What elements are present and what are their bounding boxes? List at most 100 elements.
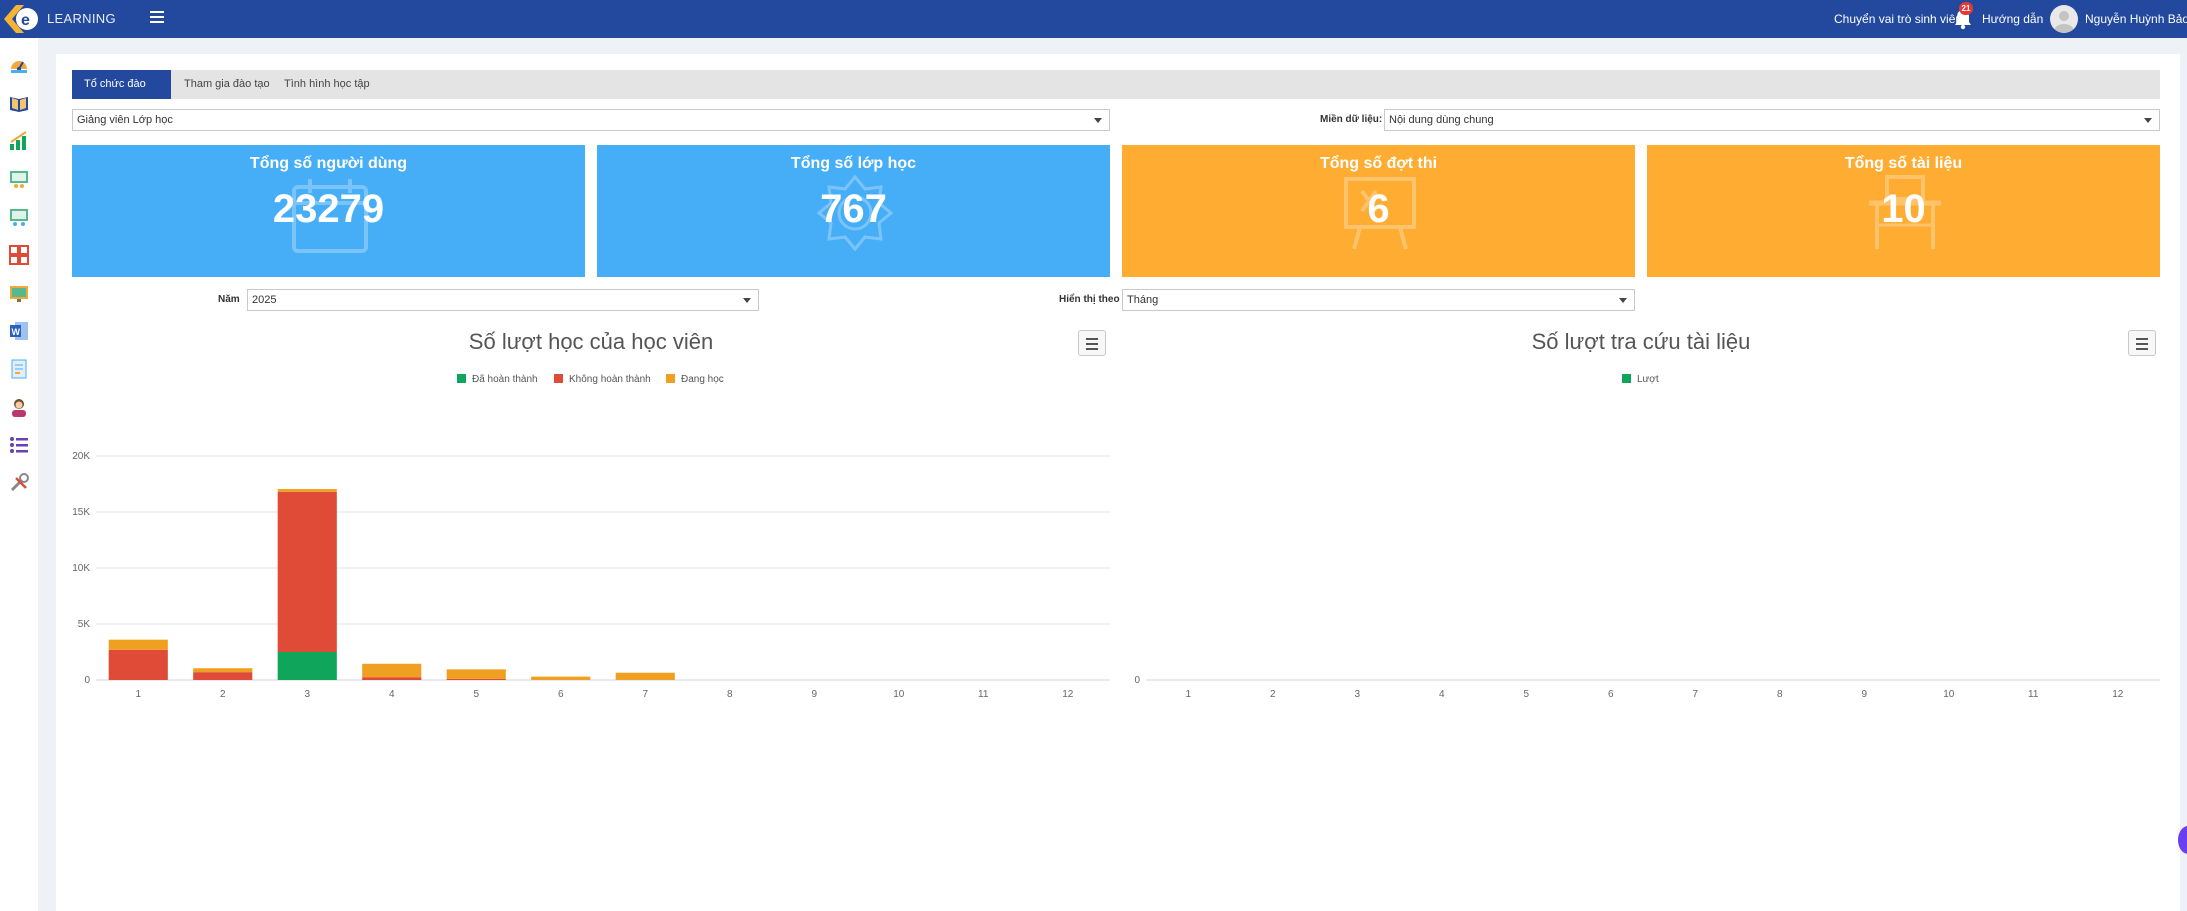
x-tick-label: 7 (642, 689, 648, 700)
stat-classes-title: Tổng số lớp học (790, 155, 917, 172)
x-tick-label: 10 (893, 689, 905, 700)
bar (277, 652, 337, 680)
bar (108, 649, 168, 680)
y-tick-label: 0 (1134, 675, 1140, 686)
classroom-icon[interactable] (8, 168, 30, 190)
tab-training-participation[interactable]: Tham gia đào tạo (172, 70, 282, 99)
x-tick-label: 2 (1270, 689, 1276, 700)
x-tick-label: 11 (978, 689, 989, 700)
bar (362, 677, 422, 680)
legend-swatch (554, 374, 563, 383)
display-by-label: Hiển thị theo (1059, 294, 1120, 305)
top-navbar: e LEARNING Chuyển vai trò sinh viên 21 H… (0, 0, 2187, 38)
domain-label: Miền dữ liệu: (1320, 114, 1383, 125)
grid-apps-icon[interactable] (8, 244, 30, 266)
x-tick-label: 4 (389, 689, 395, 700)
teacher-icon[interactable] (8, 396, 30, 418)
x-tick-label: 12 (1062, 689, 1074, 700)
tools-icon[interactable] (8, 472, 30, 494)
bar (193, 672, 253, 680)
dashboard-icon[interactable] (8, 54, 30, 76)
bar (615, 672, 675, 680)
chart-1-menu-icon[interactable] (1078, 330, 1106, 356)
y-tick-label: 5K (78, 619, 91, 630)
chevron-down-icon (743, 298, 751, 303)
stat-card-exams: Tổng số đợt thi 6 (1122, 145, 1635, 277)
x-tick-label: 3 (304, 689, 310, 700)
chevron-down-icon (2144, 118, 2152, 123)
x-tick-label: 12 (2112, 689, 2124, 700)
stat-documents-value: 10 (1881, 187, 1926, 231)
y-tick-label: 10K (72, 563, 90, 574)
role-select-value: Giảng viên Lớp học (77, 114, 173, 126)
x-tick-label: 7 (1692, 689, 1698, 700)
avatar[interactable] (2050, 5, 2078, 33)
x-tick-label: 5 (1523, 689, 1529, 700)
legend-lookups[interactable]: Lượt (1622, 374, 1659, 385)
role-select[interactable]: Giảng viên Lớp học (72, 109, 1110, 131)
guide-link[interactable]: Hướng dẫn (1982, 12, 2043, 26)
legend-not-completed[interactable]: Không hoàn thành (554, 374, 651, 385)
stat-exams-title: Tổng số đợt thi (1319, 155, 1438, 172)
classroom-2-icon[interactable] (8, 206, 30, 228)
x-tick-label: 6 (1608, 689, 1614, 700)
bar (108, 639, 168, 650)
word-doc-icon[interactable]: W (8, 320, 30, 342)
legend-label: Lượt (1637, 374, 1659, 385)
logo-icon[interactable]: e (2, 2, 40, 36)
book-icon[interactable] (8, 92, 30, 114)
chart-1-title: Số lượt học của học viên (468, 329, 714, 354)
chart-2-title: Số lượt tra cứu tài liệu (1531, 329, 1751, 354)
x-tick-label: 9 (1861, 689, 1867, 700)
legend-swatch (457, 374, 466, 383)
legend-in-progress[interactable]: Đang học (666, 374, 724, 385)
brand-name: LEARNING (47, 11, 116, 26)
bar (446, 678, 506, 680)
user-name[interactable]: Nguyễn Huỳnh Bảo Vin (2085, 12, 2187, 26)
menu-toggle-icon[interactable] (150, 11, 164, 25)
legend-label: Đang học (681, 374, 724, 385)
chevron-down-icon (1619, 298, 1627, 303)
list-icon[interactable] (8, 434, 30, 456)
domain-select-value: Nội dung dùng chung (1389, 114, 1494, 126)
year-select-value: 2025 (252, 294, 277, 306)
tab-learning-status[interactable]: Tình hình học tập (272, 70, 382, 99)
y-tick-label: 0 (84, 675, 90, 686)
notification-badge: 21 (1959, 2, 1973, 15)
x-tick-label: 5 (473, 689, 479, 700)
bar (531, 676, 591, 680)
x-tick-label: 9 (811, 689, 817, 700)
bar (446, 669, 506, 679)
x-tick-label: 1 (1185, 689, 1191, 700)
display-by-select[interactable]: Tháng (1122, 289, 1635, 311)
x-tick-label: 2 (220, 689, 226, 700)
year-label: Năm (218, 294, 240, 305)
user-avatar-icon (2054, 11, 2074, 33)
stat-classes-value: 767 (820, 187, 887, 231)
growth-chart-icon[interactable] (8, 130, 30, 152)
stat-users-value: 23279 (272, 187, 385, 231)
x-tick-label: 6 (558, 689, 564, 700)
x-tick-label: 8 (1777, 689, 1783, 700)
year-select[interactable]: 2025 (247, 289, 759, 311)
legend-label: Đã hoàn thành (472, 374, 538, 385)
chart-2-plot: 01 2 3 4 5 6 7 8 9 10 11 12 (1134, 675, 2160, 700)
chevron-down-icon (1094, 118, 1102, 123)
domain-select[interactable]: Nội dung dùng chung (1384, 109, 2160, 131)
stat-card-documents: Tổng số tài liệu 10 (1647, 145, 2160, 277)
x-tick-label: 8 (727, 689, 733, 700)
x-tick-label: 4 (1439, 689, 1445, 700)
board-icon[interactable] (8, 282, 30, 304)
display-by-select-value: Tháng (1127, 294, 1159, 306)
bar (193, 668, 253, 673)
chart-2-menu-icon[interactable] (2128, 330, 2156, 356)
legend-completed[interactable]: Đã hoàn thành (457, 374, 538, 385)
legend-label: Không hoàn thành (569, 374, 651, 385)
switch-role-link[interactable]: Chuyển vai trò sinh viên (1834, 12, 1962, 26)
x-tick-label: 10 (1943, 689, 1955, 700)
document-icon[interactable] (8, 358, 30, 380)
stat-users-title: Tổng số người dùng (249, 155, 408, 172)
x-tick-label: 3 (1354, 689, 1360, 700)
stat-card-classes: Tổng số lớp học 767 (597, 145, 1110, 277)
tab-training-organization[interactable]: Tổ chức đào tạo (72, 70, 171, 119)
